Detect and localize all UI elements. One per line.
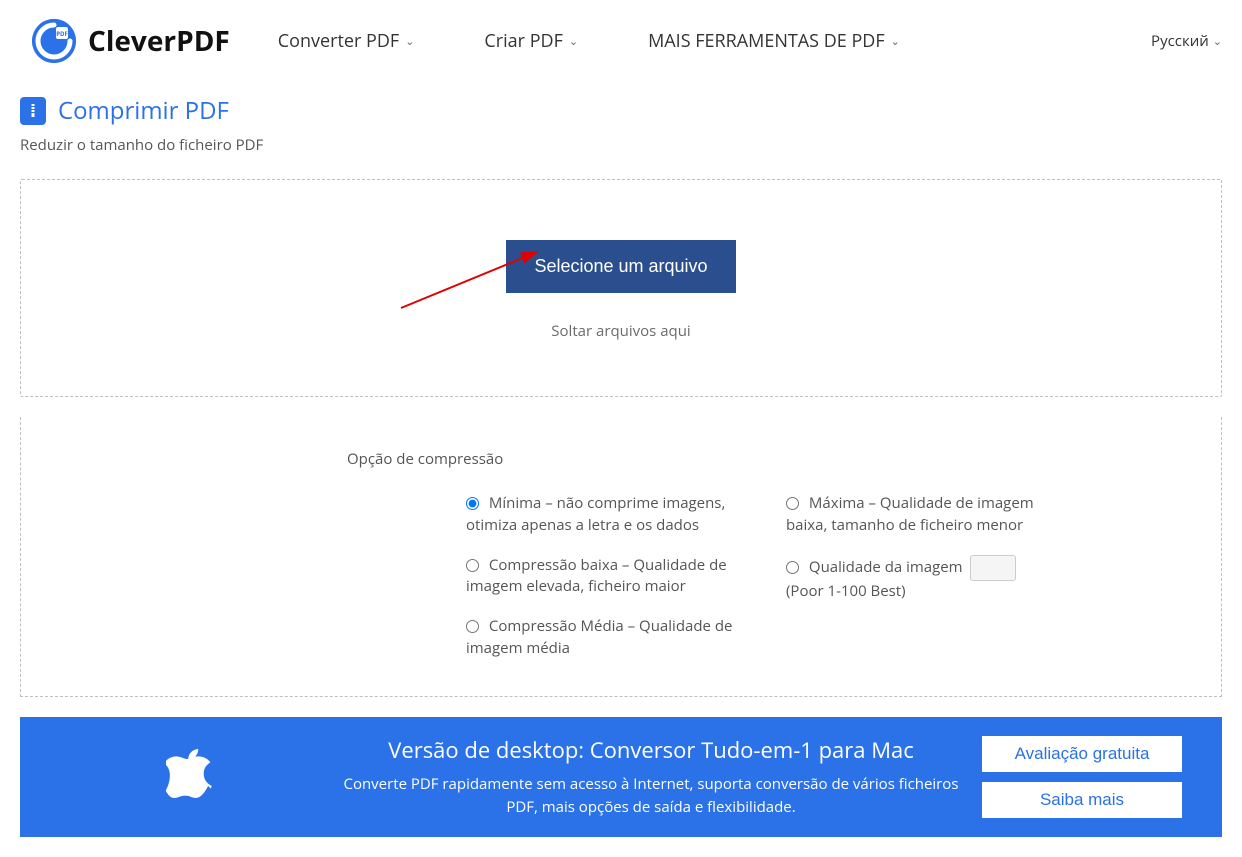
compression-options-panel: Opção de compressão Mínima – não comprim… [20,417,1222,697]
language-selector[interactable]: Русский ⌄ [1151,31,1222,51]
desktop-promo-banner: Versão de desktop: Conversor Tudo-em-1 p… [20,717,1222,838]
brand-logo-icon: PDF [32,19,76,63]
nav-convert-pdf[interactable]: Converter PDF ⌄ [278,29,415,53]
option-minima-radio[interactable] [466,497,479,510]
option-media-radio[interactable] [466,620,479,633]
svg-text:PDF: PDF [56,30,68,38]
promo-title: Versão de desktop: Conversor Tudo-em-1 p… [340,735,962,765]
brand-name: CleverPDF [88,22,230,60]
option-maxima-radio[interactable] [786,497,799,510]
option-baixa-label: Compressão baixa – Qualidade de imagem e… [466,555,727,597]
nav-create-pdf[interactable]: Criar PDF ⌄ [484,29,578,53]
option-minima-label: Mínima – não comprime imagens, otimiza a… [466,493,725,535]
option-media[interactable]: Compressão Média – Qualidade de imagem m… [466,616,732,658]
chevron-down-icon: ⌄ [569,34,578,49]
quality-input[interactable] [970,555,1016,581]
nav-create-label: Criar PDF [484,29,562,53]
page-subtitle: Reduzir o tamanho do ficheiro PDF [20,135,1222,155]
option-quality-prefix: Qualidade da imagem [809,557,963,577]
chevron-down-icon: ⌄ [1213,34,1222,49]
select-file-button[interactable]: Selecione um arquivo [506,240,735,293]
options-heading: Opção de compressão [347,449,1221,469]
promo-description: Converte PDF rapidamente sem acesso à In… [340,773,962,820]
nav-more-label: MAIS FERRAMENTAS DE PDF [648,29,885,53]
option-baixa[interactable]: Compressão baixa – Qualidade de imagem e… [466,555,727,597]
option-media-label: Compressão Média – Qualidade de imagem m… [466,616,732,658]
option-quality-suffix: (Poor 1-100 Best) [786,581,906,601]
chevron-down-icon: ⌄ [891,34,900,49]
option-baixa-radio[interactable] [466,559,479,572]
option-minima[interactable]: Mínima – não comprime imagens, otimiza a… [466,493,725,535]
learn-more-button[interactable]: Saiba mais [982,782,1182,818]
compress-icon [20,97,46,125]
apple-icon [166,749,214,805]
page-title: Comprimir PDF [58,94,229,127]
brand-logo[interactable]: PDF CleverPDF [32,19,230,63]
chevron-down-icon: ⌄ [405,34,414,49]
drop-hint: Soltar arquivos aqui [21,321,1221,341]
option-maxima[interactable]: Máxima – Qualidade de imagem baixa, tama… [786,493,1034,535]
language-label: Русский [1151,31,1209,51]
option-maxima-label: Máxima – Qualidade de imagem baixa, tama… [786,493,1034,535]
nav-more-tools[interactable]: MAIS FERRAMENTAS DE PDF ⌄ [648,29,900,53]
file-drop-zone[interactable]: Selecione um arquivo Soltar arquivos aqu… [20,179,1222,397]
option-quality[interactable]: Qualidade da imagem (Poor 1-100 Best) [786,557,1020,601]
option-quality-radio[interactable] [786,561,799,574]
free-trial-button[interactable]: Avaliação gratuita [982,736,1182,772]
nav-convert-label: Converter PDF [278,29,399,53]
